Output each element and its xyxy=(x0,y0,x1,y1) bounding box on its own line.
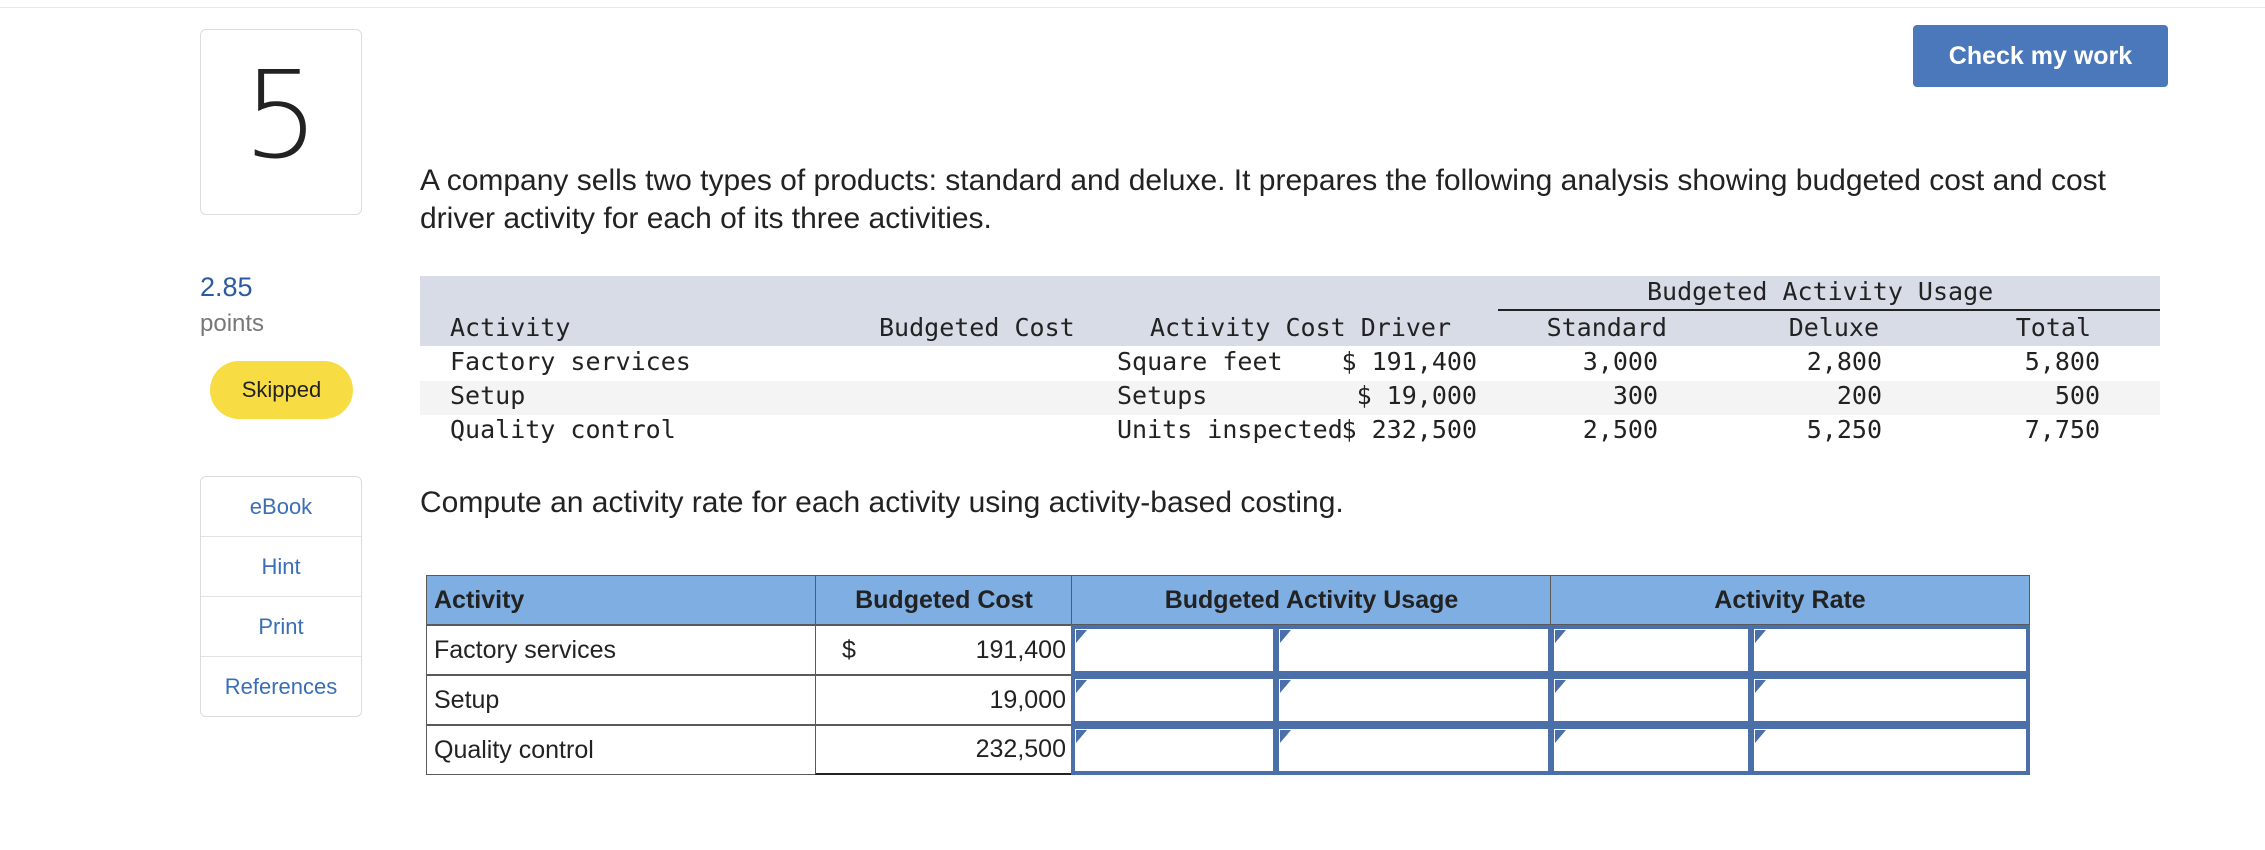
answer-table: Activity Budgeted Cost Budgeted Activity… xyxy=(426,575,2030,777)
given-r3-standard: 2,500 xyxy=(1582,415,1658,444)
status-badge: Skipped xyxy=(210,361,353,419)
r1-usage-amount-input[interactable] xyxy=(1071,625,1277,675)
question-prompt: A company sells two types of products: s… xyxy=(420,164,2106,235)
r2-usage-amount-input[interactable] xyxy=(1071,675,1277,725)
input-marker-icon xyxy=(1755,730,1766,743)
given-r1-activity: Factory services xyxy=(450,347,691,376)
resource-links: eBook Hint Print References xyxy=(200,476,362,717)
answer-r1-activity: Factory services xyxy=(426,625,816,675)
given-r2-total: 500 xyxy=(2054,381,2100,410)
input-marker-icon xyxy=(1555,630,1566,643)
given-r2-driver: Setups xyxy=(1117,381,1208,410)
given-r1-total: 5,800 xyxy=(2024,347,2100,376)
r1-rate-amount-input[interactable] xyxy=(1550,625,1752,675)
answer-header-rate-label: Activity Rate xyxy=(1714,585,1866,614)
answer-r1-activity-label: Factory services xyxy=(434,635,616,664)
answer-header-cost: Budgeted Cost xyxy=(815,575,1073,625)
given-r2-standard: 300 xyxy=(1612,381,1658,410)
given-group-rule xyxy=(1498,309,2160,311)
input-marker-icon xyxy=(1555,730,1566,743)
given-header-cost: Budgeted Cost xyxy=(879,313,1075,342)
answer-r1-cost: $ 191,400 xyxy=(815,625,1073,675)
given-r3-total: 7,750 xyxy=(2024,415,2100,444)
answer-r1-currency: $ xyxy=(842,635,856,664)
input-marker-icon xyxy=(1555,680,1566,693)
input-marker-icon xyxy=(1076,730,1087,743)
answer-r2-activity-label: Setup xyxy=(434,685,500,714)
answer-r2-activity: Setup xyxy=(426,675,816,725)
input-marker-icon xyxy=(1280,730,1291,743)
given-r2-cost: $ 19,000 xyxy=(1356,381,1477,410)
given-r1-standard: 3,000 xyxy=(1582,347,1658,376)
given-header-total: Total xyxy=(2015,313,2091,342)
top-divider xyxy=(0,7,2265,8)
answer-r1-cost-value: 191,400 xyxy=(975,635,1066,664)
input-marker-icon xyxy=(1076,630,1087,643)
points-value: 2.85 xyxy=(200,272,253,302)
given-r3-cost: $ 232,500 xyxy=(1341,415,1477,444)
given-group-header: Budgeted Activity Usage xyxy=(1647,277,1994,306)
answer-r3-cost-value: 232,500 xyxy=(975,735,1066,763)
r3-usage-amount-input[interactable] xyxy=(1071,725,1277,775)
answer-r3-activity: Quality control xyxy=(426,725,816,775)
given-header-activity: Activity xyxy=(450,313,571,342)
ebook-link[interactable]: eBook xyxy=(201,477,361,537)
given-header-deluxe: Deluxe xyxy=(1788,313,1879,342)
given-r3-driver: Units inspected xyxy=(1117,415,1343,444)
given-data-table: Budgeted Activity Usage Activity Budgete… xyxy=(420,276,2160,444)
answer-header-usage: Budgeted Activity Usage xyxy=(1071,575,1552,625)
points-label: points xyxy=(200,310,265,337)
input-marker-icon xyxy=(1755,680,1766,693)
input-marker-icon xyxy=(1280,680,1291,693)
references-link[interactable]: References xyxy=(201,657,361,716)
given-r1-driver: Square feet xyxy=(1117,347,1283,376)
given-r1-deluxe: 2,800 xyxy=(1806,347,1882,376)
answer-header-activity: Activity xyxy=(426,575,816,625)
answer-r3-activity-label: Quality control xyxy=(434,735,594,764)
input-marker-icon xyxy=(1280,630,1291,643)
r1-rate-unit-input[interactable] xyxy=(1750,625,2030,675)
given-r1-cost: $ 191,400 xyxy=(1341,347,1477,376)
given-r3-activity: Quality control xyxy=(450,415,676,444)
r2-rate-amount-input[interactable] xyxy=(1550,675,1752,725)
instruction-text: Compute an activity rate for each activi… xyxy=(420,486,1344,519)
given-r2-deluxe: 200 xyxy=(1836,381,1882,410)
answer-header-usage-label: Budgeted Activity Usage xyxy=(1164,585,1459,614)
r2-usage-driver-input[interactable] xyxy=(1275,675,1552,725)
hint-link[interactable]: Hint xyxy=(201,537,361,597)
question-number: 5 xyxy=(242,47,320,186)
answer-r3-cost: 232,500 xyxy=(815,725,1073,775)
given-header-standard: Standard xyxy=(1546,313,1667,342)
given-r2-activity: Setup xyxy=(450,381,526,410)
given-row-stripe xyxy=(420,381,2160,415)
answer-r2-cost-value: 19,000 xyxy=(989,685,1066,714)
answer-r2-cost: 19,000 xyxy=(815,675,1073,725)
r3-rate-amount-input[interactable] xyxy=(1550,725,1752,775)
question-number-box: 5 xyxy=(200,29,362,215)
input-marker-icon xyxy=(1755,630,1766,643)
r2-rate-unit-input[interactable] xyxy=(1750,675,2030,725)
given-header-driver: Activity Cost Driver xyxy=(1150,313,1452,342)
r3-rate-unit-input[interactable] xyxy=(1750,725,2030,775)
answer-header-cost-label: Budgeted Cost xyxy=(855,585,1033,614)
input-marker-icon xyxy=(1076,680,1087,693)
check-my-work-button[interactable]: Check my work xyxy=(1913,25,2168,87)
given-r3-deluxe: 5,250 xyxy=(1806,415,1882,444)
answer-header-activity-label: Activity xyxy=(434,585,525,614)
print-link[interactable]: Print xyxy=(201,597,361,657)
r1-usage-driver-input[interactable] xyxy=(1275,625,1552,675)
answer-header-rate: Activity Rate xyxy=(1550,575,2030,625)
r3-usage-driver-input[interactable] xyxy=(1275,725,1552,775)
